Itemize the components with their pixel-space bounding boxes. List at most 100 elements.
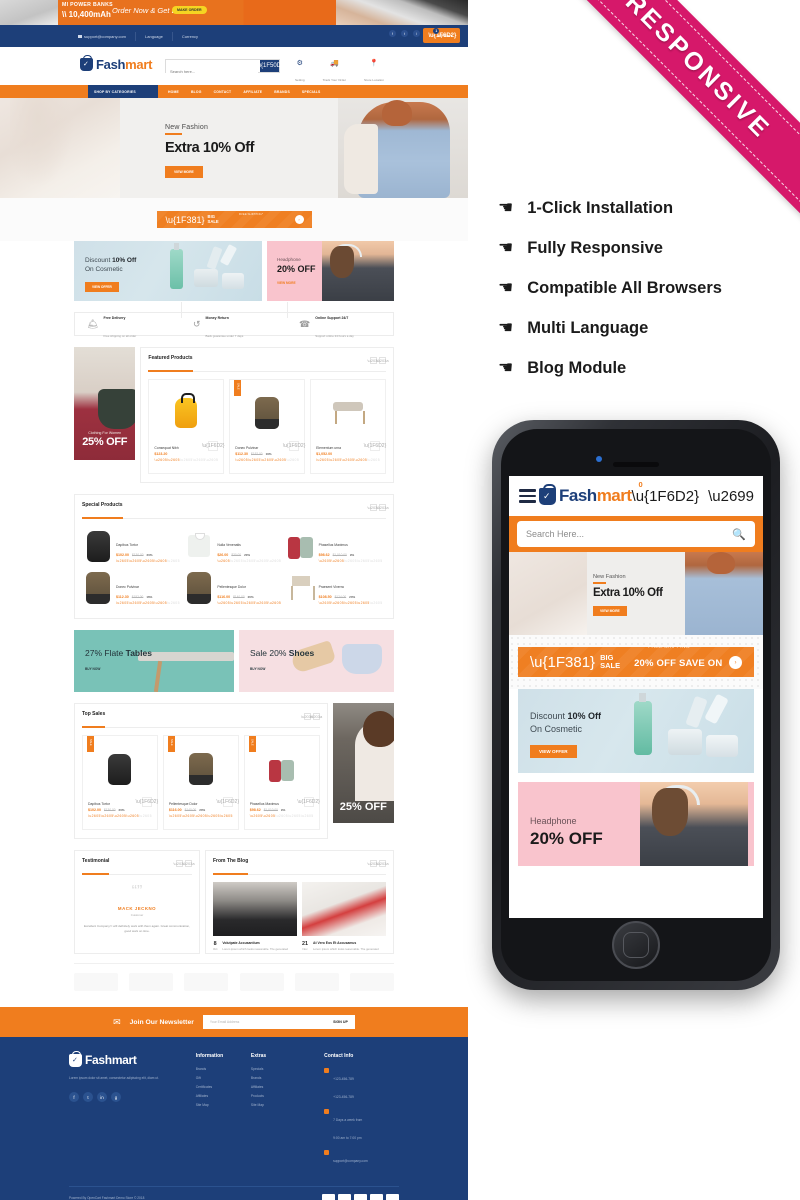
footer-link[interactable]: Site Map: [196, 1103, 251, 1107]
newsletter-email-input[interactable]: Your Email Address: [210, 1020, 239, 1024]
footer-link[interactable]: Affiliates: [251, 1085, 306, 1089]
mobile-hero-button[interactable]: VIEW MORE: [593, 605, 627, 616]
linkedin-icon[interactable]: in: [97, 1092, 107, 1102]
nav-item-contact[interactable]: CONTACT: [214, 90, 232, 94]
add-to-cart-button[interactable]: \u{1F6D2}: [283, 441, 305, 451]
site-logo[interactable]: Fashmart: [80, 55, 152, 72]
banner-flate-tables[interactable]: 27% Flate Tables BUY NOW: [74, 630, 234, 692]
search-input[interactable]: [166, 65, 258, 78]
strip-arrow-icon[interactable]: ›: [294, 215, 304, 224]
top-sales-side-banner[interactable]: 25% OFF: [332, 703, 394, 823]
gear-icon[interactable]: \u2699: [708, 488, 754, 505]
product-card[interactable]: SALE Phasellus Maximus $98.62 $1,010.00 9%…: [243, 735, 320, 830]
special-product-item[interactable]: Praesent Viverra $108.50 $124.00 20% \u260…: [285, 568, 386, 610]
instagram-icon[interactable]: i: [413, 30, 420, 37]
product-card[interactable]: Elementum urna $1,052.00 \u2605\u2605\u2…: [310, 379, 386, 474]
home-button[interactable]: [612, 921, 660, 969]
blog-post-card[interactable]: 8 Oct Volutpate Accusantium Lorem ipsum …: [213, 882, 297, 951]
footer-link[interactable]: Brands: [251, 1076, 306, 1080]
hamburger-menu-icon[interactable]: [519, 489, 536, 503]
hero-view-more-button[interactable]: VIEW MORE: [165, 166, 203, 178]
brand-logo[interactable]: [349, 972, 394, 991]
search-box[interactable]: \u{1F50D}: [165, 59, 283, 78]
mobile-hero[interactable]: New Fashion Extra 10% Off VIEW MORE: [509, 552, 763, 635]
big-sale-strip[interactable]: \u{1F381} BIGSALE FREE SHIPPING* 20% OFF…: [156, 211, 312, 228]
product-card[interactable]: SALE Pellentesque Dolor $116.00 $140.00 20…: [162, 735, 239, 830]
newsletter-input-group[interactable]: Your Email Address SIGN UP: [202, 1015, 355, 1029]
promo-banner-cosmetic[interactable]: Discount 10% Off On Cosmetic VIEW OFFER: [74, 241, 262, 301]
facebook-icon[interactable]: f: [69, 1092, 79, 1102]
product-card[interactable]: SALE Dapibus Tortor $102.00 $130.00 20% \u…: [82, 735, 158, 830]
header-action-track-order[interactable]: 🚚 Track Your Order: [323, 59, 346, 86]
clothing-for-women-banner[interactable]: Clothing For Women 25% OFF: [74, 347, 136, 460]
top-ad-banner[interactable]: MI POWER BANKS \\ 10,400mAh Order Now & …: [0, 0, 468, 25]
footer-link[interactable]: Certificates: [196, 1085, 251, 1089]
product-card[interactable]: Consequat Nibh $123.20 \u2605\u2605\u260…: [148, 379, 225, 474]
add-to-cart-button[interactable]: \u{1F6D2}: [216, 797, 239, 807]
footer-link[interactable]: Brands: [196, 1067, 251, 1071]
twitter-icon[interactable]: t: [401, 30, 408, 37]
contact-email[interactable]: support@company.com: [324, 1149, 399, 1167]
nav-item-affiliate[interactable]: AFFILIATE: [243, 90, 262, 94]
brand-logo[interactable]: [129, 972, 174, 991]
footer-link[interactable]: Specials: [251, 1067, 306, 1071]
product-card[interactable]: SALE Donec Pulvinar $112.30 $152.00 16% \u…: [229, 379, 305, 474]
header-action-setting[interactable]: ⚙ Setting: [295, 59, 305, 86]
add-to-cart-button[interactable]: \u{1F6D2}: [136, 797, 158, 807]
mobile-search-input[interactable]: Search Here...: [526, 529, 584, 539]
carousel-next-button[interactable]: \u203a: [376, 357, 389, 364]
nav-item-blog[interactable]: BLOG: [191, 90, 202, 94]
mobile-search-box[interactable]: Search Here... 🔍: [517, 521, 755, 547]
add-to-cart-button[interactable]: \u{1F6D2}: [297, 797, 320, 807]
twitter-icon[interactable]: t: [83, 1092, 93, 1102]
my-cart-button[interactable]: \u{1F6D2} 1 My Cart: [423, 28, 460, 43]
footer-logo[interactable]: Fashmart: [69, 1050, 178, 1067]
newsletter-signup-button[interactable]: SIGN UP: [333, 1020, 348, 1024]
special-product-item[interactable]: Nulla Venenatis $26.00 $30.00 20% \u2605\u…: [183, 526, 284, 568]
language-selector[interactable]: Language: [145, 34, 163, 39]
mobile-cart-icon[interactable]: \u{1F6D2} 0: [632, 480, 700, 505]
search-icon[interactable]: 🔍: [732, 528, 746, 541]
footer-link[interactable]: Products: [251, 1094, 306, 1098]
shop-by-categories-button[interactable]: SHOP BY CATEGORIES: [88, 85, 158, 98]
currency-selector[interactable]: Currency: [182, 34, 198, 39]
brand-logo[interactable]: [239, 972, 284, 991]
make-order-button[interactable]: MAKE ORDER: [172, 6, 207, 14]
blog-post-title[interactable]: Volutpate Accusantium: [222, 941, 288, 945]
brand-logo[interactable]: [74, 972, 118, 991]
promo-view-offer-button[interactable]: VIEW OFFER: [85, 282, 119, 292]
google-icon[interactable]: g: [111, 1092, 121, 1102]
mobile-strip-arrow-icon[interactable]: ›: [729, 656, 742, 669]
brand-logo[interactable]: [184, 972, 229, 991]
blog-post-title[interactable]: At Vero Eos Et Accusamus: [313, 941, 379, 945]
special-product-item[interactable]: Pellentesque Dolor $116.00 $140.00 20% \u2…: [183, 568, 284, 610]
buy-now-button[interactable]: BUY NOW: [85, 667, 152, 671]
nav-item-specials[interactable]: SPECIALS: [302, 90, 321, 94]
mobile-promo-headphone[interactable]: Headphone 20% OFF: [518, 782, 754, 866]
footer-link[interactable]: Gift: [196, 1076, 251, 1080]
carousel-next-button[interactable]: \u203a: [376, 860, 389, 867]
blog-post-card[interactable]: 21 Nov At Vero Eos Et Accusamus Lorem ip…: [302, 882, 386, 951]
footer-link[interactable]: Site Map: [251, 1103, 306, 1107]
promo-view-more-link[interactable]: VIEW MORE: [277, 281, 316, 285]
support-email[interactable]: support@company.com: [78, 34, 126, 39]
mobile-big-sale-strip[interactable]: \u{1F381} BIG SALE FREE SHIPPING* 20% OFF…: [518, 647, 754, 677]
footer-link[interactable]: Affiliates: [196, 1094, 251, 1098]
banner-sale-shoes[interactable]: Sale 20% Shoes BUY NOW: [239, 630, 394, 692]
nav-item-brands[interactable]: BRANDS: [274, 90, 290, 94]
hero-slider[interactable]: New Fashion Extra 10% Off VIEW MORE: [0, 98, 468, 198]
buy-now-button[interactable]: BUY NOW: [250, 667, 314, 671]
nav-item-home[interactable]: HOME: [168, 90, 179, 94]
carousel-next-button[interactable]: \u203a: [310, 713, 322, 720]
carousel-next-button[interactable]: \u203a: [182, 860, 195, 867]
header-action-store-location[interactable]: 📍 Store Location: [364, 59, 384, 86]
mobile-promo-button[interactable]: VIEW OFFER: [530, 745, 577, 758]
search-submit-icon[interactable]: \u{1F50D}: [256, 60, 283, 72]
special-product-item[interactable]: Dapibus Tortor $102.00 $130.00 20% \u2605\…: [82, 526, 183, 568]
brand-logo[interactable]: [294, 972, 339, 991]
mobile-logo[interactable]: Fashmart: [539, 483, 632, 506]
mobile-promo-cosmetic[interactable]: Discount 10% Off On Cosmetic VIEW OFFER: [518, 689, 754, 773]
facebook-icon[interactable]: f: [389, 30, 396, 37]
carousel-next-button[interactable]: \u203a: [376, 504, 389, 511]
special-product-item[interactable]: Donec Pulvinar $112.30 $152.00 16% \u2605\…: [82, 568, 183, 610]
